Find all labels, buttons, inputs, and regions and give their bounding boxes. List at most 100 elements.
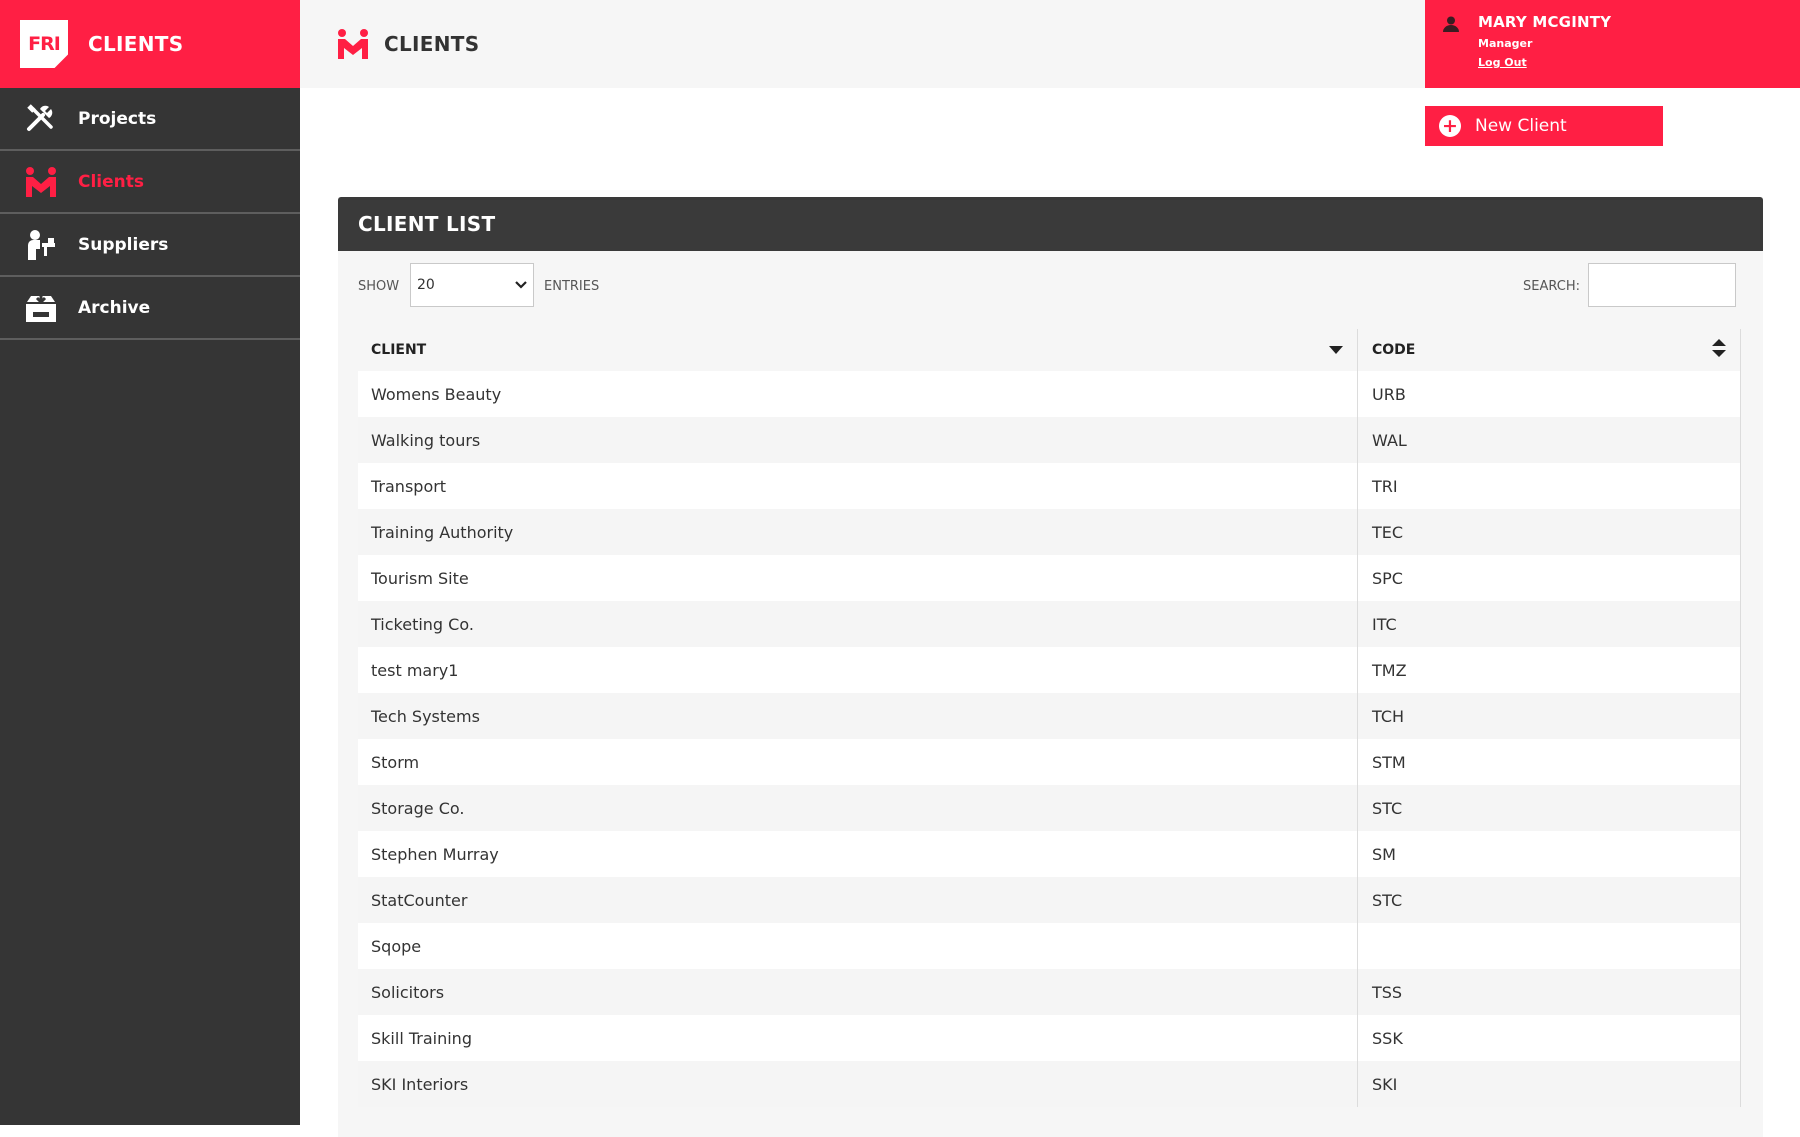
client-cell: Walking tours [358,417,1358,463]
brand-title: CLIENTS [88,32,184,56]
client-cell: Ticketing Co. [358,601,1358,647]
table-row[interactable]: SKI Interiors SKI [358,1061,1741,1107]
table-row[interactable]: Storm STM [358,739,1741,785]
plus-circle-icon: + [1439,115,1461,137]
client-name: Tech Systems [371,706,480,726]
show-label: SHOW [358,279,400,294]
sidebar-item-label: Archive [78,297,151,318]
client-cell: StatCounter [358,877,1358,923]
client-cell: Skill Training [358,1015,1358,1061]
table-row[interactable]: test mary1 TMZ [358,647,1741,693]
table-row[interactable]: Tourism Site SPC [358,555,1741,601]
client-cell: Solicitors [358,969,1358,1015]
client-code: TEC [1372,522,1404,542]
client-code: ITC [1372,614,1397,634]
client-name: Ticketing Co. [371,614,474,634]
entries-select[interactable]: 20 [410,263,534,307]
client-code: URB [1372,384,1406,404]
client-code: TRI [1372,476,1398,496]
page-title: CLIENTS [384,32,480,56]
entries-value: 20 [417,277,435,293]
code-cell: URB [1358,371,1741,417]
client-cell: Training Authority [358,509,1358,555]
column-header-label: CLIENT [371,342,427,358]
sort-desc-icon [1329,342,1343,358]
client-code: STC [1372,890,1403,910]
table-row[interactable]: StatCounter STC [358,877,1741,923]
fri-logo[interactable]: FRI [20,20,68,68]
table-row[interactable]: Solicitors TSS [358,969,1741,1015]
code-cell: WAL [1358,417,1741,463]
sidebar-item-clients[interactable]: Clients [0,151,300,214]
client-cell: Transport [358,463,1358,509]
table-row[interactable]: Sqope [358,923,1741,969]
table-row[interactable]: Skill Training SSK [358,1015,1741,1061]
sidebar-item-label: Suppliers [78,234,169,255]
supplier-icon [24,228,58,262]
entries-label: ENTRIES [544,279,600,294]
sort-both-icon [1712,339,1726,361]
client-code: WAL [1372,430,1407,450]
code-cell: TCH [1358,693,1741,739]
code-cell: ITC [1358,601,1741,647]
client-code: STC [1372,798,1403,818]
client-name: Transport [371,476,447,496]
client-name: Solicitors [371,982,445,1002]
sidebar: FRI CLIENTS Projects Clients Suppliers A… [0,0,300,1125]
client-name: Skill Training [371,1028,472,1048]
table-row[interactable]: Storage Co. STC [358,785,1741,831]
client-code: TMZ [1372,660,1407,680]
client-code: SM [1372,844,1396,864]
client-cell: Sqope [358,923,1358,969]
code-cell [1358,923,1741,969]
table-header: CLIENT CODE [358,329,1741,371]
logout-link[interactable]: Log Out [1478,56,1527,69]
client-cell: Womens Beauty [358,371,1358,417]
user-role: Manager [1478,37,1533,50]
table-row[interactable]: Ticketing Co. ITC [358,601,1741,647]
code-cell: TSS [1358,969,1741,1015]
table-row[interactable]: Womens Beauty URB [358,371,1741,417]
table-row[interactable]: Transport TRI [358,463,1741,509]
code-cell: TRI [1358,463,1741,509]
client-name: Storm [371,752,420,772]
sidebar-item-projects[interactable]: Projects [0,88,300,151]
sidebar-item-label: Clients [78,171,145,192]
client-name: Training Authority [371,522,514,542]
panel-header: CLIENT LIST [338,197,1763,251]
brand-header: FRI CLIENTS [0,0,300,88]
column-header-code[interactable]: CODE [1358,329,1741,371]
client-cell: Storage Co. [358,785,1358,831]
logo-text: FRI [28,33,61,55]
client-table: CLIENT CODE Womens Beauty URB Walking tour… [358,329,1741,1107]
client-cell: SKI Interiors [358,1061,1358,1107]
tools-icon [24,102,58,136]
client-code: SSK [1372,1028,1403,1048]
table-row[interactable]: Stephen Murray SM [358,831,1741,877]
user-panel: MARY MCGINTY Manager Log Out [1425,0,1800,88]
code-cell: TMZ [1358,647,1741,693]
column-header-label: CODE [1372,342,1416,358]
code-cell: SPC [1358,555,1741,601]
table-row[interactable]: Walking tours WAL [358,417,1741,463]
client-name: SKI Interiors [371,1074,469,1094]
client-name: Womens Beauty [371,384,502,404]
table-row[interactable]: Training Authority TEC [358,509,1741,555]
client-name: Sqope [371,936,422,956]
archive-icon [24,291,58,325]
panel-title: CLIENT LIST [358,212,496,236]
chevron-down-icon [515,277,527,293]
table-row[interactable]: Tech Systems TCH [358,693,1741,739]
sidebar-item-suppliers[interactable]: Suppliers [0,214,300,277]
column-header-client[interactable]: CLIENT [358,329,1358,371]
search-input[interactable] [1588,263,1736,307]
clients-icon [336,27,370,61]
new-client-button[interactable]: + New Client [1425,106,1663,146]
top-bar: CLIENTS [300,0,1425,88]
client-name: StatCounter [371,890,468,910]
search-label: SEARCH: [1523,279,1580,294]
client-cell: test mary1 [358,647,1358,693]
code-cell: SKI [1358,1061,1741,1107]
sidebar-item-archive[interactable]: Archive [0,277,300,340]
client-cell: Tech Systems [358,693,1358,739]
